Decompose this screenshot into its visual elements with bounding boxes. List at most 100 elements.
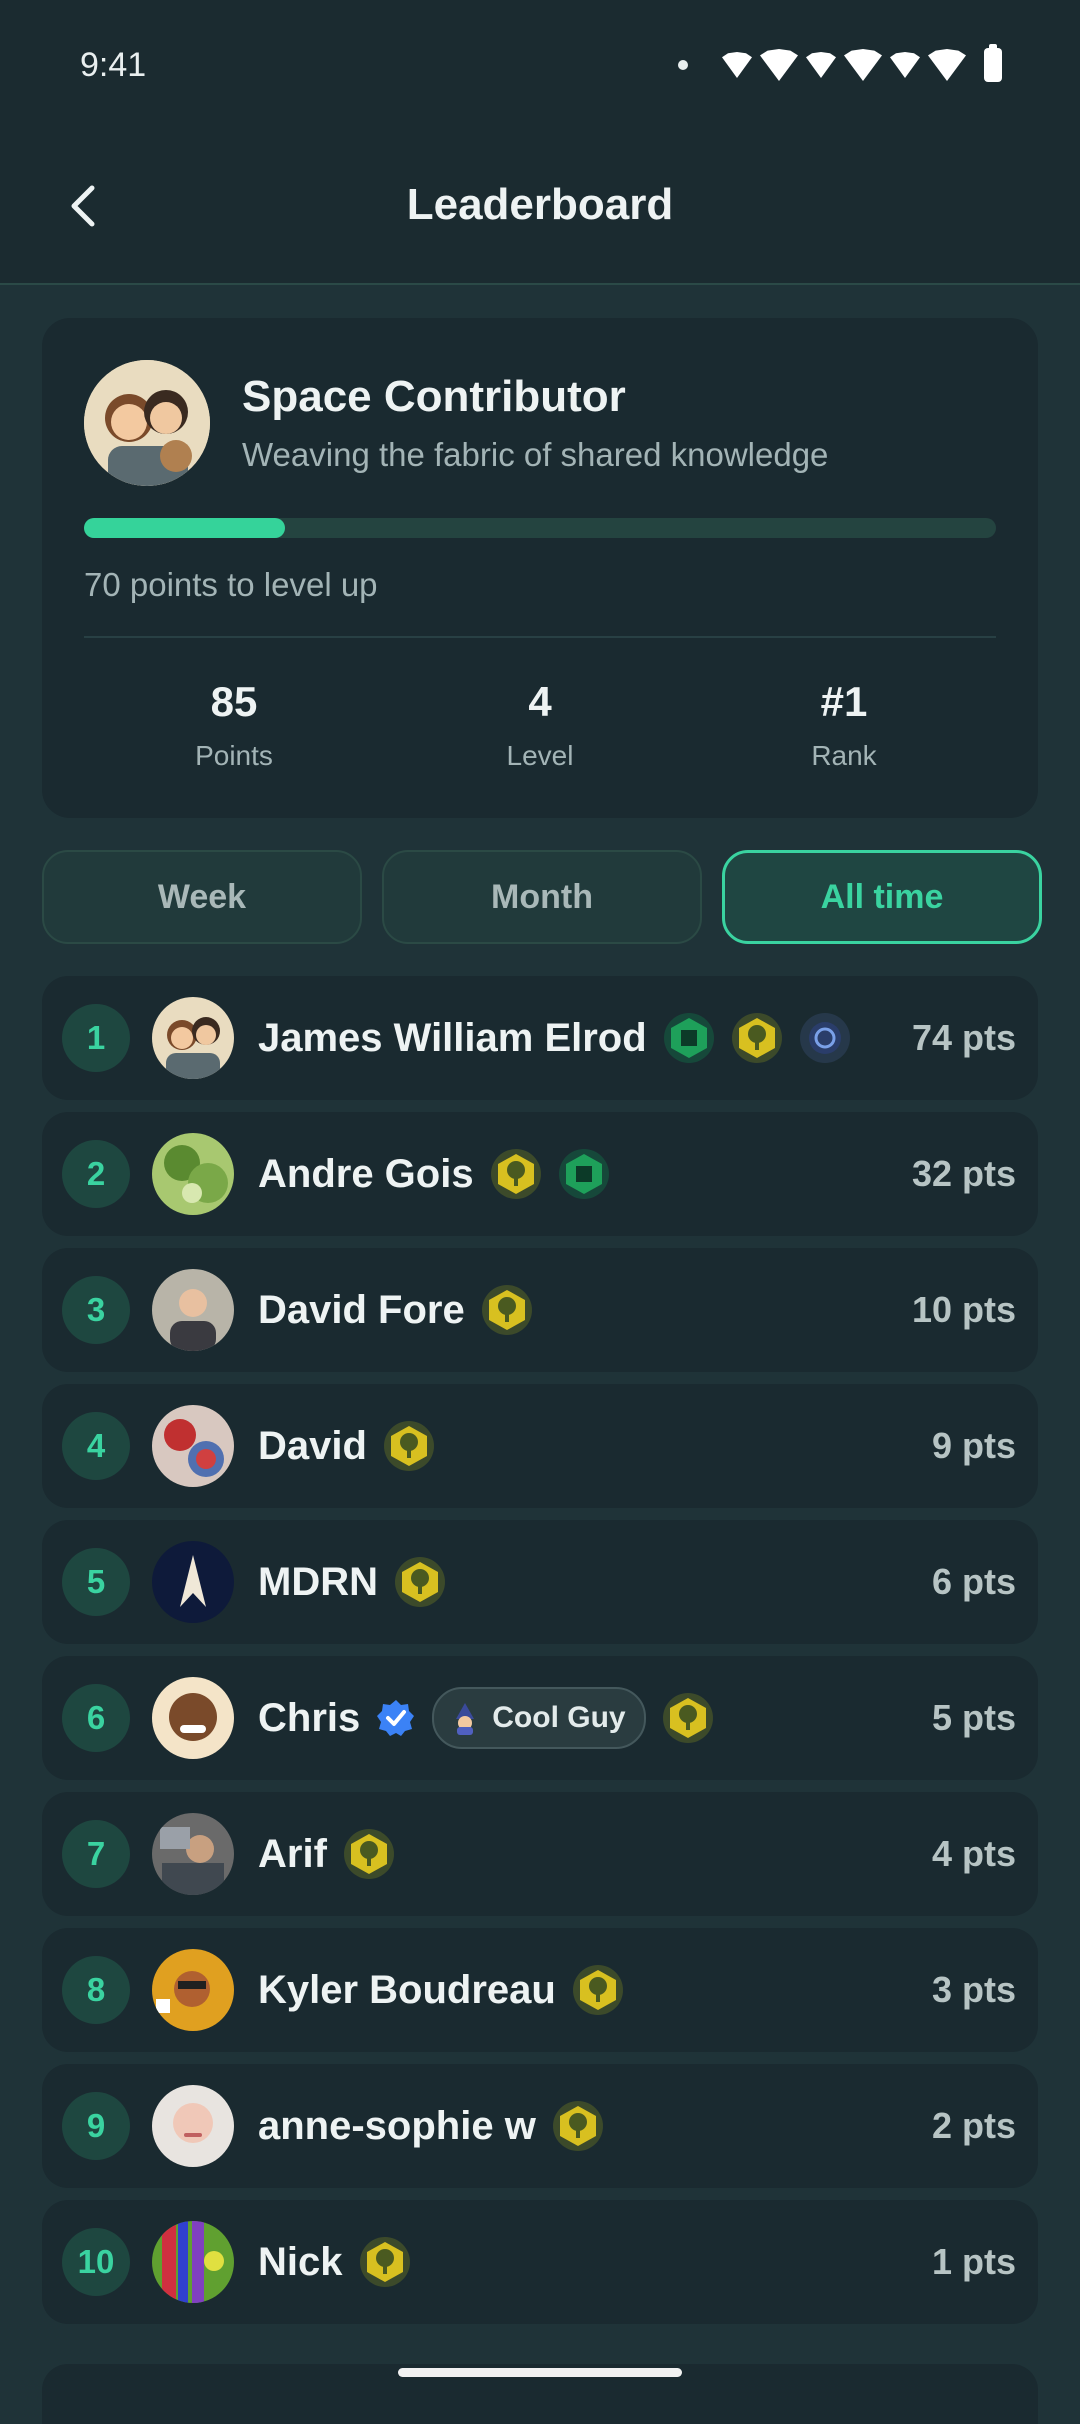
wifi-icon <box>890 52 920 78</box>
avatar <box>152 1269 234 1351</box>
leaderboard-row[interactable]: 9 anne-sophie w 2 pts <box>42 2064 1038 2188</box>
name-and-badges: David Fore <box>258 1248 533 1372</box>
stat-level: 4 Level <box>390 678 690 772</box>
tree-badge-icon <box>731 1012 783 1064</box>
wifi-icon <box>806 52 836 78</box>
wifi-icon <box>928 49 966 81</box>
verified-icon <box>377 1700 415 1736</box>
avatar <box>152 1541 234 1623</box>
divider <box>84 636 996 638</box>
user-tag-label: Cool Guy <box>492 1701 626 1734</box>
tree-badge-icon <box>481 1284 533 1336</box>
user-points: 1 pts <box>931 2241 1016 2282</box>
user-points: 2 pts <box>931 2105 1016 2146</box>
leaderboard-row[interactable]: 10 Nick 1 pts <box>42 2200 1038 2324</box>
stat-label: Points <box>195 740 273 771</box>
name-and-badges: Arif <box>258 1792 395 1916</box>
home-indicator[interactable] <box>398 2368 682 2377</box>
blue-orbit-badge-icon <box>799 1012 851 1064</box>
rank-number: 4 <box>62 1412 130 1480</box>
rank-number: 10 <box>62 2228 130 2296</box>
time-range-tabs: Week Month All time <box>42 850 1042 944</box>
rank-number: 2 <box>62 1140 130 1208</box>
user-name: Chris <box>258 1695 361 1740</box>
tree-badge-icon <box>552 2100 604 2152</box>
levelup-text: 70 points to level up <box>84 566 378 603</box>
stat-label: Rank <box>811 740 877 771</box>
user-points: 5 pts <box>931 1697 1016 1738</box>
leaderboard-row[interactable]: 8 Kyler Boudreau 3 pts <box>42 1928 1038 2052</box>
name-and-badges: Chris Cool Guy <box>258 1656 714 1780</box>
avatar <box>152 1949 234 2031</box>
level-progress-fill <box>84 518 285 538</box>
leaderboard-row[interactable]: 7 Arif 4 pts <box>42 1792 1038 1916</box>
leaderboard-row[interactable]: 4 David 9 pts <box>42 1384 1038 1508</box>
name-and-badges: MDRN <box>258 1520 446 1644</box>
stat-rank: #1 Rank <box>694 678 994 772</box>
name-and-badges: James William Elrod <box>258 976 851 1100</box>
tree-badge-icon <box>359 2236 411 2288</box>
tab-week[interactable]: Week <box>42 850 362 944</box>
rank-number: 5 <box>62 1548 130 1616</box>
page-title: Leaderboard <box>406 180 674 229</box>
user-name: anne-sophie w <box>258 2103 536 2148</box>
tree-badge-icon <box>572 1964 624 2016</box>
tree-badge-icon <box>490 1148 542 1200</box>
rank-number: 6 <box>62 1684 130 1752</box>
status-time: 9:41 <box>80 46 147 84</box>
rank-number: 9 <box>62 2092 130 2160</box>
wifi-icon <box>760 49 798 81</box>
user-points: 3 pts <box>931 1969 1016 2010</box>
user-points: 4 pts <box>931 1833 1016 1874</box>
level-progress-bar <box>84 518 996 538</box>
notification-dot-icon <box>678 60 688 70</box>
user-name: MDRN <box>258 1559 378 1604</box>
avatar <box>152 2085 234 2167</box>
user-points: 32 pts <box>911 1153 1016 1194</box>
avatar <box>152 1405 234 1487</box>
user-points: 9 pts <box>931 1425 1016 1466</box>
green-chip-badge-icon <box>558 1148 610 1200</box>
user-name: Nick <box>258 2239 343 2284</box>
name-and-badges: Andre Gois <box>258 1112 610 1236</box>
stat-value: 4 <box>528 678 552 725</box>
profile-card: Space Contributor Weaving the fabric of … <box>42 318 1038 818</box>
tree-badge-icon <box>343 1828 395 1880</box>
wifi-icon <box>722 52 752 78</box>
tab-all-time[interactable]: All time <box>722 850 1042 944</box>
rank-number: 8 <box>62 1956 130 2024</box>
stat-points: 85 Points <box>84 678 384 772</box>
stat-value: 85 <box>210 678 258 725</box>
battery-icon <box>984 44 1002 82</box>
user-name: Kyler Boudreau <box>258 1967 556 2012</box>
user-name: David <box>258 1423 367 1468</box>
tree-badge-icon <box>394 1556 446 1608</box>
avatar <box>152 2221 234 2303</box>
avatar <box>152 1133 234 1215</box>
leaderboard-row[interactable]: 2 Andre Gois 32 pts <box>42 1112 1038 1236</box>
name-and-badges: Nick <box>258 2200 411 2324</box>
wifi-icon <box>844 49 882 81</box>
leaderboard-row[interactable]: 1 James William Elrod 74 pts <box>42 976 1038 1100</box>
avatar <box>152 997 234 1079</box>
tree-badge-icon <box>662 1692 714 1744</box>
user-points: 6 pts <box>931 1561 1016 1602</box>
stat-label: Level <box>506 740 574 771</box>
profile-subtitle: Weaving the fabric of shared knowledge <box>242 436 829 473</box>
name-and-badges: anne-sophie w <box>258 2064 604 2188</box>
name-and-badges: David <box>258 1384 435 1508</box>
user-points: 74 pts <box>911 1017 1016 1058</box>
rank-number: 1 <box>62 1004 130 1072</box>
profile-avatar[interactable] <box>84 360 210 486</box>
user-name: Andre Gois <box>258 1151 474 1196</box>
user-name: James William Elrod <box>258 1015 647 1060</box>
user-name: David Fore <box>258 1287 465 1332</box>
tab-month[interactable]: Month <box>382 850 702 944</box>
avatar <box>152 1813 234 1895</box>
leaderboard-row[interactable]: 6 Chris Cool Guy 5 pts <box>42 1656 1038 1780</box>
leaderboard-row[interactable]: 5 MDRN 6 pts <box>42 1520 1038 1644</box>
status-icons <box>678 44 1002 82</box>
leaderboard-row[interactable]: 3 David Fore 10 pts <box>42 1248 1038 1372</box>
name-and-badges: Kyler Boudreau <box>258 1928 624 2052</box>
app-header: 9:41 Leaderboard <box>0 0 1080 285</box>
